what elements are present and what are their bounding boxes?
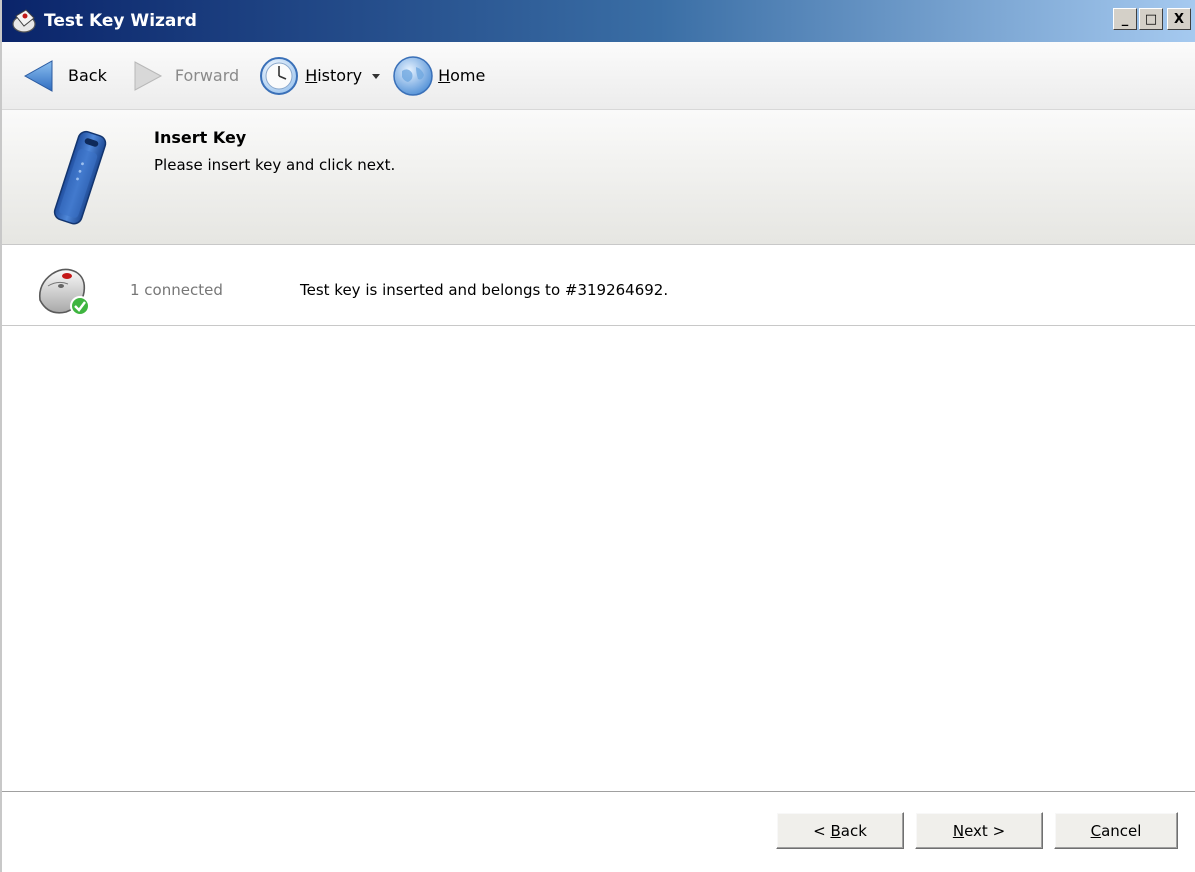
page-subtitle: Please insert key and click next.	[154, 156, 396, 174]
dropdown-arrow-icon[interactable]	[368, 70, 384, 82]
nav-forward-button[interactable]: Forward	[131, 46, 239, 106]
title-bar[interactable]: Test Key Wizard _ □ X	[2, 0, 1195, 42]
back-button-prefix: <	[813, 821, 831, 840]
page-title: Insert Key	[154, 128, 247, 147]
usb-key-icon	[53, 130, 107, 225]
cancel-button-access-key: C	[1090, 821, 1102, 840]
connected-count: 1 connected	[130, 281, 223, 299]
maximize-icon: □	[1144, 11, 1158, 27]
cancel-button[interactable]: Cancel	[1054, 812, 1178, 849]
back-button-rest: ack	[840, 821, 867, 840]
nav-forward-label: Forward	[174, 66, 240, 85]
nav-back-button[interactable]: Back	[20, 46, 107, 106]
window-controls: _ □ X	[1113, 8, 1191, 30]
minimize-icon: _	[1121, 11, 1129, 27]
nav-home-button[interactable]: Home	[392, 46, 485, 106]
forward-arrow-icon	[134, 60, 162, 91]
back-arrow-icon	[23, 59, 53, 92]
key-reader-connected-icon	[38, 268, 90, 316]
wizard-window: Test Key Wizard _ □ X Back Forward Histo…	[0, 0, 1195, 872]
wizard-header: Insert Key Please insert key and click n…	[2, 110, 1195, 245]
next-button[interactable]: Next >	[915, 812, 1043, 849]
close-button[interactable]: X	[1167, 8, 1191, 30]
maximize-button[interactable]: □	[1139, 8, 1163, 30]
back-button-access-key: B	[830, 821, 841, 840]
window-title: Test Key Wizard	[44, 11, 197, 31]
footer-divider	[2, 791, 1195, 792]
key-wizard-icon	[12, 9, 36, 33]
minimize-button[interactable]: _	[1113, 8, 1137, 30]
home-access-key: H	[438, 66, 451, 85]
status-message: Test key is inserted and belongs to #319…	[300, 281, 669, 299]
globe-icon	[393, 55, 433, 96]
clock-icon	[260, 56, 299, 95]
nav-history-label: History	[305, 66, 362, 85]
close-icon: X	[1173, 11, 1185, 27]
nav-history-button[interactable]: History	[259, 46, 384, 106]
history-access-key: H	[305, 66, 318, 85]
history-label-rest: istory	[317, 66, 363, 85]
next-button-rest: ext >	[964, 821, 1006, 840]
key-status-row: 1 connected Test key is inserted and bel…	[2, 246, 1195, 326]
next-button-access-key: N	[952, 821, 965, 840]
back-button[interactable]: < Back	[776, 812, 904, 849]
nav-home-label: Home	[438, 66, 485, 85]
nav-back-label: Back	[68, 66, 107, 85]
navigation-toolbar: Back Forward History Home	[2, 42, 1195, 110]
cancel-button-rest: ancel	[1101, 821, 1142, 840]
home-label-rest: ome	[450, 66, 486, 85]
